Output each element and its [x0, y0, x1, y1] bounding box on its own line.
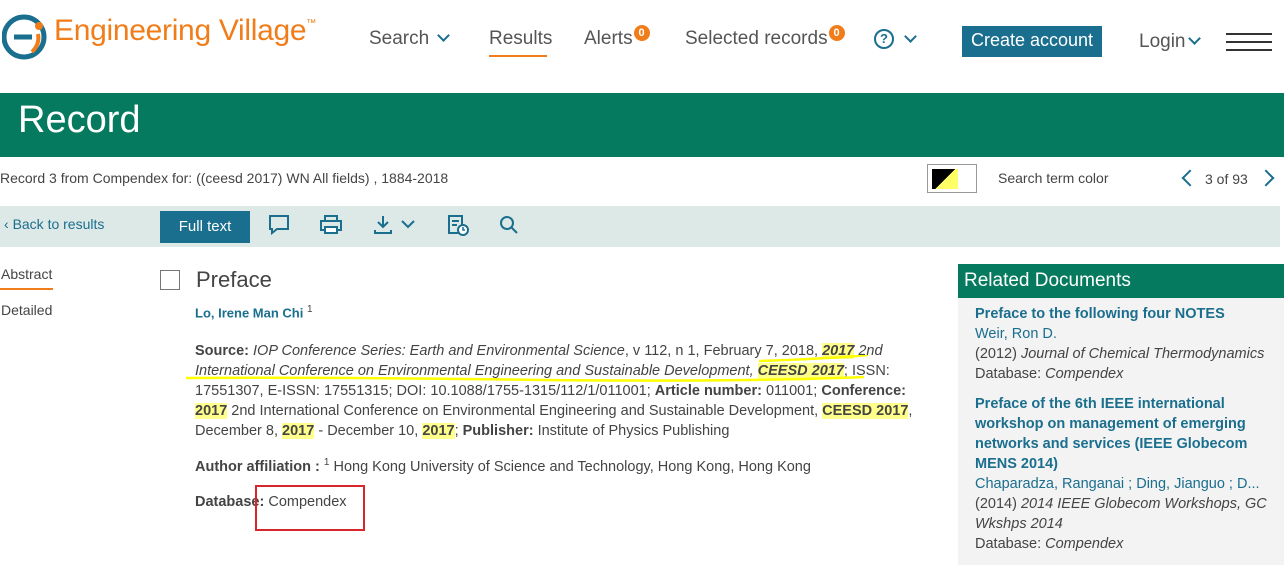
- alerts-count-badge: 0: [633, 25, 650, 41]
- search-term-highlight: 2017: [195, 403, 228, 419]
- search-term-highlight: CEESD 2017: [822, 403, 909, 419]
- search-term-highlight: 2017: [422, 423, 455, 439]
- related-documents-heading: Related Documents: [958, 264, 1284, 298]
- record-info: Record 3 from Compendex for: ((ceesd 201…: [0, 170, 449, 186]
- related-item-source: (2014) 2014 IEEE Globecom Workshops, GC …: [975, 496, 1267, 532]
- engineering-village-logo-icon[interactable]: [2, 14, 48, 60]
- hamburger-menu-icon[interactable]: [1226, 33, 1272, 51]
- download-icon[interactable]: [372, 213, 420, 237]
- chevron-left-icon: ‹: [4, 216, 13, 232]
- login-menu[interactable]: Login: [1139, 31, 1201, 53]
- logo-text[interactable]: Engineering Village™: [54, 14, 316, 48]
- tab-abstract[interactable]: Abstract: [1, 266, 52, 282]
- active-tab-underline: [489, 55, 547, 57]
- trademark-mark: ™: [306, 18, 316, 29]
- tab-detailed[interactable]: Detailed: [1, 302, 52, 318]
- related-item: Preface to the following four NOTES Weir…: [975, 304, 1275, 384]
- related-item-author[interactable]: Chaparadza, Ranganai ; Ding, Jianguo ; D…: [975, 474, 1275, 494]
- back-to-results-link[interactable]: ‹ Back to results: [4, 216, 104, 232]
- next-record-icon[interactable]: [1257, 169, 1275, 187]
- color-swatch-icon: [932, 169, 958, 189]
- chevron-down-icon: [437, 29, 451, 42]
- create-account-button[interactable]: Create account: [962, 26, 1102, 57]
- help-icon[interactable]: ?: [874, 29, 894, 49]
- page-title: Record: [18, 99, 141, 141]
- author-affiliation: Author affiliation : 1 Hong Kong Univers…: [195, 457, 811, 475]
- related-item-database: Database: Compendex: [975, 536, 1124, 552]
- red-annotation-box: [255, 485, 365, 531]
- search-icon[interactable]: [496, 213, 522, 237]
- selected-count-badge: 0: [828, 25, 845, 41]
- page-title-band: [0, 93, 1284, 157]
- related-item-database: Database: Compendex: [975, 366, 1124, 382]
- active-tab-underline: [0, 288, 53, 290]
- save-to-folder-icon[interactable]: [446, 213, 472, 237]
- search-term-highlight: 2017: [282, 423, 315, 439]
- chevron-down-icon: [904, 30, 917, 43]
- nav-selected-records[interactable]: Selected records 0: [685, 25, 845, 50]
- record-author[interactable]: Lo, Irene Man Chi 1: [195, 304, 313, 320]
- yellow-annotation-underline: [185, 355, 869, 382]
- search-term-color-label: Search term color: [998, 170, 1109, 186]
- nav-search[interactable]: Search: [369, 28, 451, 50]
- select-record-checkbox[interactable]: [160, 270, 180, 290]
- nav-results[interactable]: Results: [489, 28, 552, 50]
- search-term-color-swatch[interactable]: [927, 164, 977, 193]
- comment-icon[interactable]: [266, 213, 292, 237]
- nav-alerts[interactable]: Alerts 0: [584, 25, 650, 50]
- related-item-author[interactable]: Weir, Ron D.: [975, 324, 1275, 344]
- related-item: Preface of the 6th IEEE international wo…: [975, 394, 1275, 554]
- related-item-title[interactable]: Preface of the 6th IEEE international wo…: [975, 394, 1275, 474]
- related-item-source: (2012) Journal of Chemical Thermodynamic…: [975, 346, 1265, 362]
- chevron-down-icon: [1187, 32, 1201, 45]
- record-title: Preface: [196, 267, 272, 292]
- help-menu-toggle[interactable]: [896, 29, 917, 51]
- full-text-button[interactable]: Full text: [160, 211, 250, 243]
- record-pager: 3 of 93: [1205, 171, 1248, 187]
- print-icon[interactable]: [318, 213, 344, 237]
- related-item-title[interactable]: Preface to the following four NOTES: [975, 304, 1275, 324]
- previous-record-icon[interactable]: [1181, 169, 1199, 187]
